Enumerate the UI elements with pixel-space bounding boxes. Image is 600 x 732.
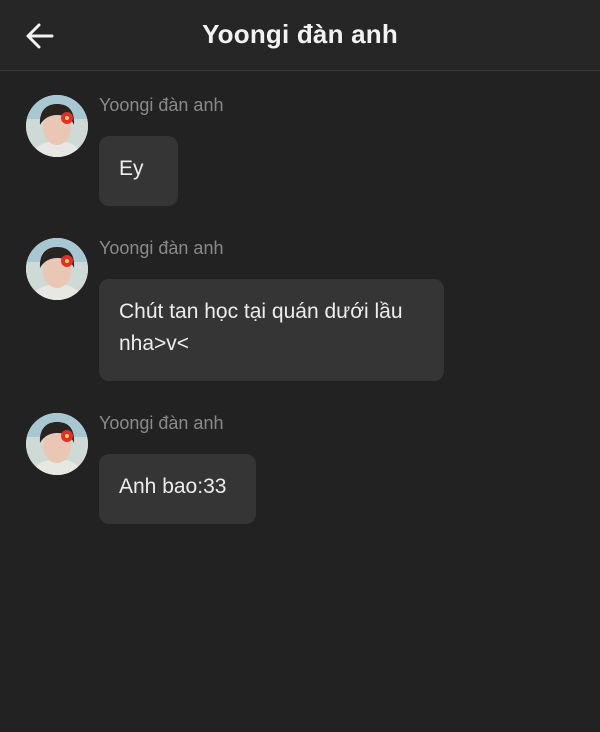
avatar-photo xyxy=(26,238,88,300)
chat-header: Yoongi đàn anh xyxy=(0,0,600,71)
avatar-photo xyxy=(26,413,88,475)
sender-name: Yoongi đàn anh xyxy=(99,95,224,115)
message-bubble[interactable]: Ey xyxy=(99,136,178,206)
chat-screen: Yoongi đàn anh Yoongi đàn anh Ey Yoongi … xyxy=(0,0,600,732)
message-bubble[interactable]: Anh bao:33 xyxy=(99,454,256,524)
avatar[interactable] xyxy=(26,95,88,157)
page-title: Yoongi đàn anh xyxy=(202,19,398,49)
avatar[interactable] xyxy=(26,238,88,300)
sender-name: Yoongi đàn anh xyxy=(99,238,224,258)
message-bubble[interactable]: Chút tan học tại quán dưới lầu nha>v< xyxy=(99,279,444,381)
avatar[interactable] xyxy=(26,413,88,475)
message-list[interactable]: Yoongi đàn anh Ey Yoongi đàn anh Chút ta… xyxy=(0,71,600,732)
sender-name: Yoongi đàn anh xyxy=(99,413,224,433)
avatar-photo xyxy=(26,95,88,157)
